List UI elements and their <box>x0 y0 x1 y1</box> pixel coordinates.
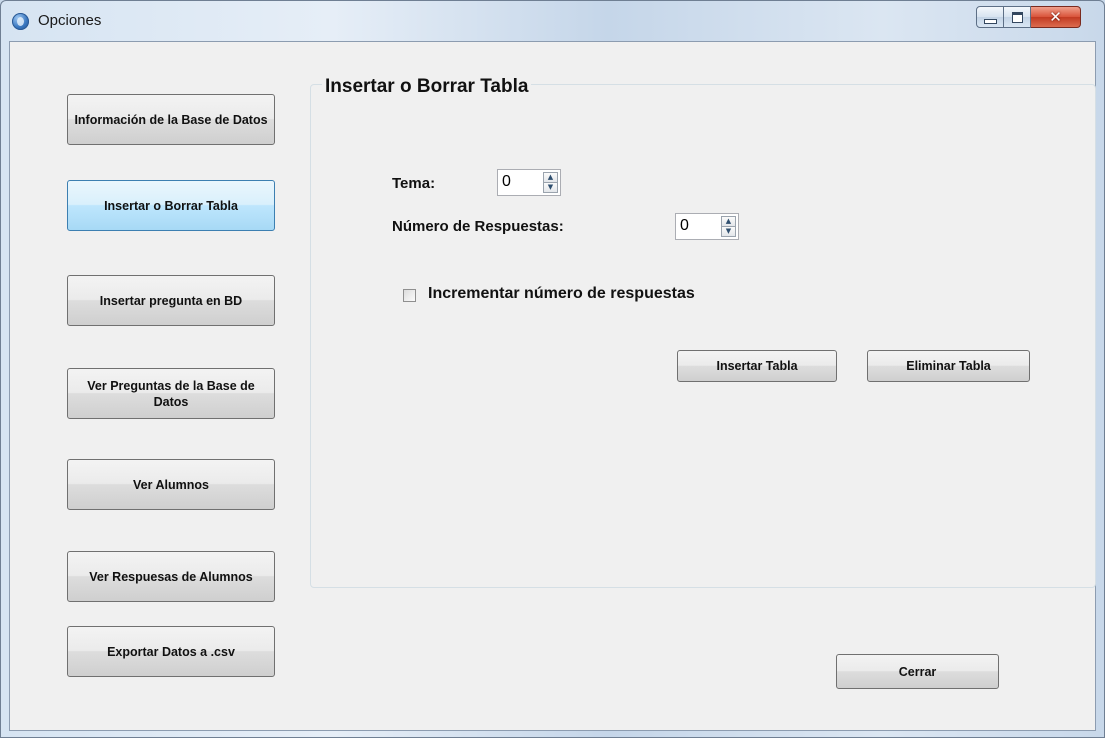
respuestas-spin-buttons: ▲ ▼ <box>721 216 736 237</box>
sidebar-item-database-info[interactable]: Información de la Base de Datos <box>67 94 275 145</box>
maximize-icon <box>1011 11 1023 23</box>
respuestas-down-arrow-icon[interactable]: ▼ <box>721 227 736 237</box>
sidebar-item-view-questions[interactable]: Ver Preguntas de la Base de Datos <box>67 368 275 419</box>
maximize-button[interactable] <box>1004 6 1031 28</box>
tema-spin-buttons: ▲ ▼ <box>543 172 558 193</box>
tema-down-arrow-icon[interactable]: ▼ <box>543 183 558 193</box>
minimize-icon <box>983 18 997 24</box>
respuestas-label: Número de Respuestas: <box>392 218 564 235</box>
respuestas-value: 0 <box>680 217 689 234</box>
incrementar-checkbox[interactable] <box>403 289 416 302</box>
close-button[interactable]: Cerrar <box>836 654 999 689</box>
minimize-button[interactable] <box>976 6 1004 28</box>
respuestas-spinner[interactable]: 0 ▲ ▼ <box>675 213 739 240</box>
insert-table-button[interactable]: Insertar Tabla <box>677 350 837 382</box>
sidebar-item-view-student-answers[interactable]: Ver Respuesas de Alumnos <box>67 551 275 602</box>
caption-buttons: ✕ <box>976 6 1081 30</box>
incrementar-checkbox-label[interactable]: Incrementar número de respuestas <box>428 285 695 303</box>
title-bar[interactable]: Opciones ✕ <box>1 1 1104 41</box>
delete-table-button[interactable]: Eliminar Tabla <box>867 350 1030 382</box>
sidebar-item-export-csv[interactable]: Exportar Datos a .csv <box>67 626 275 677</box>
tema-spinner[interactable]: 0 ▲ ▼ <box>497 169 561 196</box>
tema-up-arrow-icon[interactable]: ▲ <box>543 172 558 183</box>
groupbox-title: Insertar o Borrar Tabla <box>322 76 532 98</box>
sidebar-item-view-students[interactable]: Ver Alumnos <box>67 459 275 510</box>
app-globe-icon <box>12 13 29 30</box>
client-area: Información de la Base de Datos Insertar… <box>9 41 1096 731</box>
sidebar-item-insert-question[interactable]: Insertar pregunta en BD <box>67 275 275 326</box>
tema-label: Tema: <box>392 175 436 192</box>
options-window: Opciones ✕ Información de la Base de Dat… <box>0 0 1105 738</box>
sidebar-item-insert-delete-table[interactable]: Insertar o Borrar Tabla <box>67 180 275 231</box>
table-groupbox <box>310 84 1096 588</box>
tema-value: 0 <box>502 173 511 190</box>
respuestas-up-arrow-icon[interactable]: ▲ <box>721 216 736 227</box>
window-title: Opciones <box>38 12 102 29</box>
close-icon: ✕ <box>1049 8 1062 26</box>
close-window-button[interactable]: ✕ <box>1031 6 1081 28</box>
